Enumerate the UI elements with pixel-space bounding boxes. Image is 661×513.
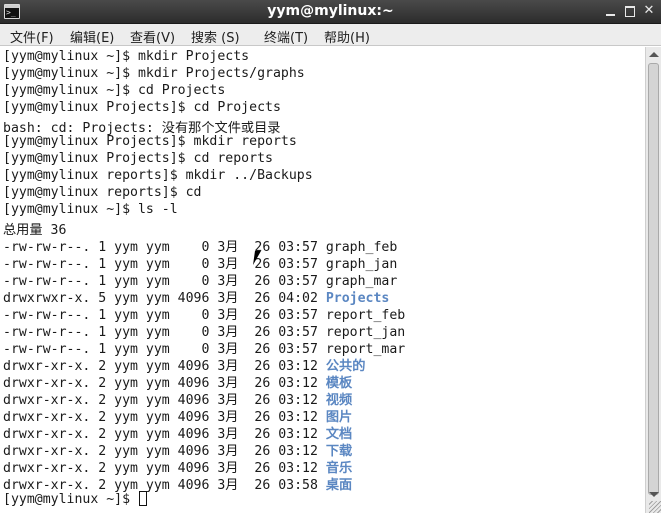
title-bar[interactable]: yym@mylinux:~ ✕ [0, 0, 661, 24]
ls-entry-line: drwxr-xr-x. 2 yym yym 4096 3月 26 03:58 桌… [3, 474, 353, 493]
terminal-line: [yym@mylinux ~]$ mkdir Projects/graphs [3, 66, 305, 83]
terminal-line: bash: cd: Projects: 没有那个文件或目录 [3, 117, 280, 136]
terminal-line-text: [yym@mylinux ~]$ mkdir Projects/graphs [3, 66, 305, 81]
terminal-line-text: [yym@mylinux ~]$ ls -l [3, 202, 178, 217]
menu-help[interactable]: 帮助(H) [324, 27, 370, 46]
ls-entry-line: drwxr-xr-x. 2 yym yym 4096 3月 26 03:12 文… [3, 423, 352, 442]
terminal-line-text: [yym@mylinux reports]$ cd [3, 185, 202, 200]
maximize-button[interactable] [622, 3, 638, 19]
vertical-scrollbar[interactable] [645, 47, 661, 513]
ls-entry-line: -rw-rw-r--. 1 yym yym 0 3月 26 03:57 grap… [3, 236, 397, 255]
terminal-line: [yym@mylinux ~]$ mkdir Projects [3, 49, 249, 66]
text-cursor [138, 491, 147, 506]
terminal-line-text: [yym@mylinux ~]$ [3, 492, 138, 507]
terminal-line: [yym@mylinux ~]$ ls -l [3, 202, 178, 219]
ls-entry-line: drwxr-xr-x. 2 yym yym 4096 3月 26 03:12 视… [3, 389, 352, 408]
directory-name: 桌面 [325, 478, 353, 493]
ls-entry-line: drwxr-xr-x. 2 yym yym 4096 3月 26 03:12 模… [3, 372, 352, 391]
terminal-line: [yym@mylinux Projects]$ mkdir reports [3, 134, 297, 151]
scroll-up-arrow-icon[interactable] [649, 52, 659, 57]
scrollbar-thumb[interactable] [648, 63, 659, 495]
ls-entry-line: -rw-rw-r--. 1 yym yym 0 3月 26 03:57 grap… [3, 270, 397, 289]
terminal-line: [yym@mylinux Projects]$ cd reports [3, 151, 273, 168]
terminal-line-text: [yym@mylinux Projects]$ mkdir reports [3, 134, 297, 149]
mouse-pointer-icon [253, 251, 267, 265]
window-title: yym@mylinux:~ [267, 3, 394, 19]
menu-file[interactable]: 文件(F) [10, 27, 54, 46]
terminal-line-text: [yym@mylinux Projects]$ cd Projects [3, 100, 281, 115]
terminal-line: [yym@mylinux reports]$ cd [3, 185, 202, 202]
terminal-line: [yym@mylinux ~]$ cd Projects [3, 83, 225, 100]
terminal-line: [yym@mylinux ~]$ [3, 491, 147, 508]
resize-grip-icon[interactable] [649, 501, 661, 513]
ls-entry-line: drwxrwxr-x. 5 yym yym 4096 3月 26 04:02 P… [3, 287, 389, 306]
ls-entry-line: -rw-rw-r--. 1 yym yym 0 3月 26 03:57 repo… [3, 338, 405, 357]
ls-entry-line: -rw-rw-r--. 1 yym yym 0 3月 26 03:57 repo… [3, 321, 405, 340]
terminal-line-text: [yym@mylinux ~]$ cd Projects [3, 83, 226, 98]
terminal-line-text: [yym@mylinux ~]$ mkdir Projects [3, 49, 250, 64]
menu-terminal[interactable]: 终端(T) [264, 27, 308, 46]
ls-entry-line: -rw-rw-r--. 1 yym yym 0 3月 26 03:57 repo… [3, 304, 405, 323]
ls-entry-line: drwxr-xr-x. 2 yym yym 4096 3月 26 03:12 图… [3, 406, 352, 425]
ls-entry-line: -rw-rw-r--. 1 yym yym 0 3月 26 03:57 grap… [3, 253, 397, 272]
terminal-line-text: [yym@mylinux Projects]$ cd reports [3, 151, 273, 166]
ls-entry-line: drwxr-xr-x. 2 yym yym 4096 3月 26 03:12 音… [3, 457, 352, 476]
terminal-output[interactable]: [yym@mylinux ~]$ mkdir Projects [yym@myli… [0, 47, 645, 513]
menu-edit[interactable]: 编辑(E) [70, 27, 114, 46]
menu-view[interactable]: 查看(V) [130, 27, 175, 46]
scroll-down-arrow-icon[interactable] [649, 492, 659, 497]
menu-bar: 文件(F) 编辑(E) 查看(V) 搜索 (S) 终端(T) 帮助(H) [0, 24, 661, 46]
close-button[interactable]: ✕ [641, 3, 657, 19]
terminal-line: [yym@mylinux Projects]$ cd Projects [3, 100, 281, 117]
ls-entry-line: drwxr-xr-x. 2 yym yym 4096 3月 26 03:12 公… [3, 355, 365, 374]
terminal-line: 总用量 36 [3, 219, 66, 238]
terminal-line: [yym@mylinux reports]$ mkdir ../Backups [3, 168, 313, 185]
terminal-line-text: [yym@mylinux reports]$ mkdir ../Backups [3, 168, 313, 183]
menu-search[interactable]: 搜索 (S) [191, 27, 240, 46]
ls-entry-line: drwxr-xr-x. 2 yym yym 4096 3月 26 03:12 下… [3, 440, 352, 459]
minimize-button[interactable] [603, 3, 619, 19]
